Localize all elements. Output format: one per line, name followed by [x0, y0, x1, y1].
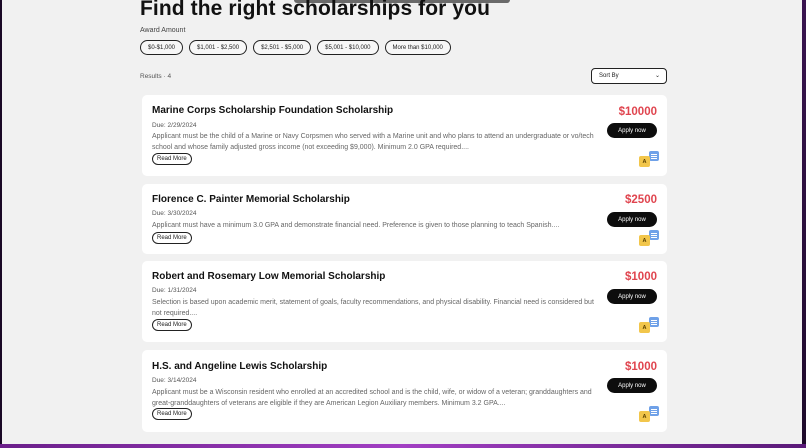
- translate-bubble-icon: [649, 151, 659, 161]
- window-edge-right: [802, 0, 806, 448]
- translate-bubble-icon: [649, 406, 659, 416]
- scholarship-title: H.S. and Angeline Lewis Scholarship: [152, 361, 328, 372]
- award-amount: $1000: [625, 361, 657, 373]
- translate-letter-icon: A: [639, 322, 650, 333]
- read-more-button[interactable]: Read More: [152, 408, 192, 420]
- due-date: Due: 3/30/2024: [152, 210, 197, 217]
- apply-now-button[interactable]: Apply now: [607, 289, 657, 304]
- apply-now-button[interactable]: Apply now: [607, 123, 657, 138]
- filter-5001-10000[interactable]: $5,001 - $10,000: [317, 40, 379, 55]
- filter-over-10000[interactable]: More than $10,000: [384, 40, 451, 55]
- scholarship-description: Applicant must have a minimum 3.0 GPA an…: [152, 222, 560, 229]
- scholarship-description: Applicant must be the child of a Marine …: [152, 133, 594, 151]
- amount-filter-group: $0-$1,000 $1,001 - $2,500 $2,501 - $5,00…: [140, 40, 451, 55]
- translate-letter-icon: A: [639, 411, 650, 422]
- translate-letter-icon: A: [639, 156, 650, 167]
- scholarship-title: Marine Corps Scholarship Foundation Scho…: [152, 105, 394, 116]
- translate-icon[interactable]: A: [639, 317, 659, 333]
- apply-now-button[interactable]: Apply now: [607, 378, 657, 393]
- translate-icon[interactable]: A: [639, 151, 659, 167]
- results-count: Results · 4: [140, 73, 172, 80]
- award-amount: $2500: [625, 194, 657, 206]
- read-more-button[interactable]: Read More: [152, 232, 192, 244]
- due-date: Due: 3/14/2024: [152, 377, 197, 384]
- scholarship-description: Selection is based upon academic merit, …: [152, 299, 594, 317]
- due-date: Due: 2/29/2024: [152, 122, 197, 129]
- award-amount: $10000: [618, 106, 657, 118]
- filter-0-1000[interactable]: $0-$1,000: [140, 40, 184, 55]
- apply-now-button[interactable]: Apply now: [607, 212, 657, 227]
- page-title: Find the right scholarships for you: [140, 0, 491, 20]
- scholarship-title: Florence C. Painter Memorial Scholarship: [152, 194, 350, 205]
- translate-bubble-icon: [649, 230, 659, 240]
- scholarship-card: H.S. and Angeline Lewis Scholarship Due:…: [142, 350, 667, 432]
- translate-letter-icon: A: [639, 235, 650, 246]
- scholarship-card: Marine Corps Scholarship Foundation Scho…: [142, 95, 667, 176]
- taskbar-strip: [0, 444, 806, 448]
- scholarship-page: Find the right scholarships for you Awar…: [2, 0, 802, 444]
- scholarship-title: Robert and Rosemary Low Memorial Scholar…: [152, 271, 386, 282]
- chevron-down-icon: ⌄: [654, 73, 660, 79]
- read-more-button[interactable]: Read More: [152, 153, 192, 165]
- scholarship-card: Robert and Rosemary Low Memorial Scholar…: [142, 261, 667, 342]
- sort-dropdown[interactable]: Sort By ⌄: [591, 68, 667, 84]
- due-date: Due: 1/31/2024: [152, 287, 197, 294]
- award-amount-label: Award Amount: [140, 27, 186, 34]
- filter-2501-5000[interactable]: $2,501 - $5,000: [253, 40, 312, 55]
- read-more-button[interactable]: Read More: [152, 319, 192, 331]
- translate-icon[interactable]: A: [639, 230, 659, 246]
- sort-label: Sort By: [599, 73, 619, 79]
- filter-1001-2500[interactable]: $1,001 - $2,500: [189, 40, 248, 55]
- award-amount: $1000: [625, 271, 657, 283]
- scholarship-description: Applicant must be a Wisconsin resident w…: [152, 389, 592, 407]
- translate-bubble-icon: [649, 317, 659, 327]
- scholarship-card: Florence C. Painter Memorial Scholarship…: [142, 184, 667, 254]
- translate-icon[interactable]: A: [639, 406, 659, 422]
